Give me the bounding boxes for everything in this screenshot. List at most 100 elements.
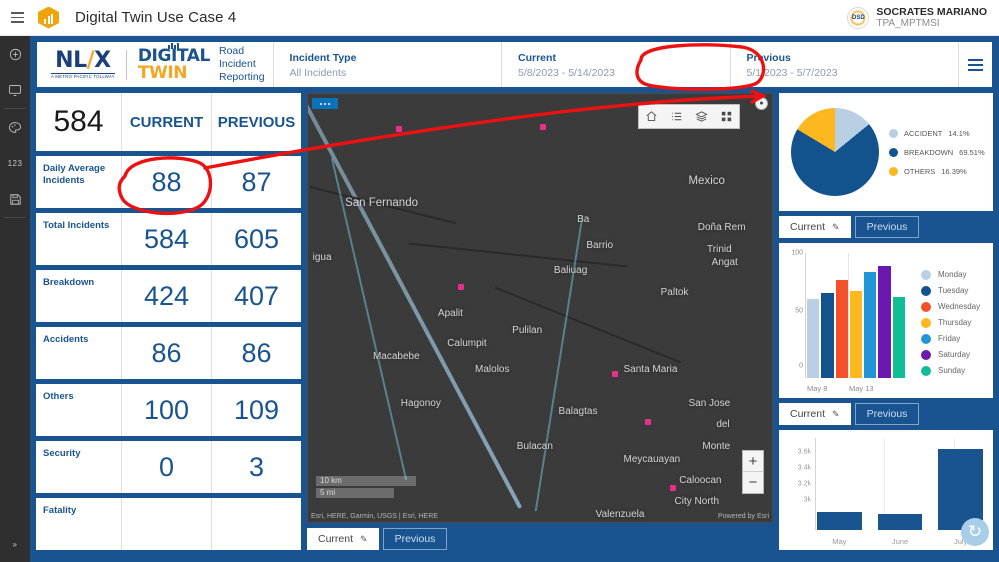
tab-current-daily[interactable]: Current ✎: [779, 403, 851, 425]
tab-previous-map[interactable]: Previous: [382, 528, 448, 550]
incident-marker[interactable]: [670, 485, 676, 491]
map-place-label: Santa Maria: [623, 363, 678, 375]
table-row[interactable]: Others 100 109: [36, 384, 301, 436]
map-options-icon[interactable]: [312, 98, 338, 109]
legend-label: OTHERS: [904, 166, 936, 176]
monthly-bar-card[interactable]: 3.6k 3.4k 3.2k 3k May June July ↻: [779, 430, 993, 550]
legend-item: Tuesday: [921, 285, 987, 296]
legend-swatch: [921, 301, 931, 312]
legend-item: Thursday: [921, 317, 987, 328]
rail-item-add[interactable]: [0, 36, 30, 72]
bar[interactable]: [807, 299, 820, 378]
map-place-label: City North: [674, 496, 719, 508]
home-icon[interactable]: [639, 104, 664, 129]
rail-expand-button[interactable]: »: [0, 526, 30, 562]
table-row[interactable]: Fatality: [36, 498, 301, 550]
row-previous-value: [212, 498, 301, 550]
app-logo-icon: [38, 6, 59, 29]
bar[interactable]: [864, 272, 877, 378]
bar[interactable]: [878, 265, 891, 378]
palette-icon: [9, 121, 22, 133]
layers-icon[interactable]: [689, 104, 714, 129]
pie-tabs: Current ✎ Previous: [779, 216, 993, 238]
rail-item-display[interactable]: [0, 72, 30, 108]
legend-value: 14.1%: [948, 128, 970, 138]
bar[interactable]: [817, 512, 862, 530]
y-tick: 100: [791, 249, 803, 257]
filter-current-range[interactable]: Current 5/8/2023 - 5/14/2023: [501, 42, 729, 87]
bar[interactable]: [849, 290, 863, 378]
bar[interactable]: [821, 292, 834, 378]
tab-label: Current: [790, 408, 826, 420]
filter-value: All Incidents: [289, 67, 347, 79]
y-tick: 3k: [803, 496, 811, 504]
bar[interactable]: [877, 513, 923, 530]
zoom-out-button[interactable]: −: [743, 472, 763, 493]
row-label: Daily Average Incidents: [36, 156, 122, 208]
nlex-wordmark: NL/X: [55, 47, 111, 73]
map-place-label: Baliuag: [553, 265, 588, 277]
tab-previous-daily[interactable]: Previous: [854, 403, 920, 425]
bar[interactable]: [892, 297, 905, 378]
map-place-label: Angat: [711, 256, 738, 268]
y-tick: 3.4k: [797, 464, 811, 472]
incident-marker[interactable]: [612, 371, 618, 377]
pencil-icon[interactable]: ✎: [832, 222, 840, 233]
list-icon[interactable]: [664, 104, 689, 129]
legend-item: Sunday: [921, 365, 987, 376]
rail-item-save[interactable]: [0, 181, 30, 217]
user-account[interactable]: DSD SOCRATES MARIANO TPA_MPTMSI: [847, 6, 987, 30]
incident-map[interactable]: ● + − 10 km 5 mi Esri, HERE, Garmin, USG…: [307, 93, 773, 523]
x-tick: May: [832, 537, 847, 546]
map-place-label: Trinid: [707, 243, 732, 255]
page-title: Digital Twin Use Case 4: [75, 9, 237, 26]
attribution-sources: Esri, HERE, Garmin, USGS | Esri, HERE: [311, 513, 439, 520]
brand-divider: [125, 49, 127, 80]
legend-item: ACCIDENT 14.1%: [889, 128, 985, 138]
table-row[interactable]: Daily Average Incidents 88 87: [36, 156, 301, 208]
table-row[interactable]: Accidents 86 86: [36, 327, 301, 379]
rail-item-numbers[interactable]: 123: [0, 145, 30, 181]
legend-value: 16.39%: [941, 166, 967, 176]
pie-chart[interactable]: [791, 108, 879, 196]
grid-icon[interactable]: [714, 104, 739, 129]
incident-marker[interactable]: [396, 126, 402, 132]
legend-label: ACCIDENT: [904, 128, 943, 138]
legend-label: Wednesday: [938, 302, 981, 311]
day-legend: Monday Tuesday Wednesday Thursday Friday Satu…: [907, 251, 987, 394]
main-menu-icon[interactable]: [0, 0, 34, 36]
daily-bar-chart[interactable]: 100 50 0 May 8 May 13: [785, 249, 907, 394]
incident-marker[interactable]: [645, 419, 651, 425]
legend-swatch: [889, 128, 898, 138]
tab-label: Previous: [866, 408, 908, 420]
bar[interactable]: [835, 279, 848, 378]
filter-previous-range[interactable]: Previous 5/1/2023 - 5/7/2023: [729, 42, 958, 87]
row-label: Total Incidents: [36, 213, 122, 265]
filter-incident-type[interactable]: Incident Type All Incidents: [272, 42, 501, 87]
total-incidents-value: 584: [36, 93, 122, 151]
incident-marker[interactable]: [540, 124, 546, 130]
row-current-value: 584: [122, 213, 212, 265]
map-panel: ● + − 10 km 5 mi Esri, HERE, Garmin, USG…: [307, 93, 773, 550]
row-label: Security: [36, 441, 122, 493]
incident-marker[interactable]: [458, 284, 464, 290]
refresh-icon[interactable]: ↻: [961, 518, 989, 546]
filter-label: Current: [518, 52, 556, 64]
table-row[interactable]: Total Incidents 584 605: [36, 213, 301, 265]
zoom-in-button[interactable]: +: [743, 451, 763, 472]
map-place-label: Ba: [577, 213, 590, 225]
pin-icon[interactable]: ●: [755, 97, 768, 110]
column-header-previous: PREVIOUS: [217, 113, 296, 131]
map-scale-bar: 10 km 5 mi: [316, 476, 416, 500]
tab-current-pie[interactable]: Current ✎: [779, 216, 851, 238]
row-label: Others: [36, 384, 122, 436]
rail-item-theme[interactable]: [0, 109, 30, 145]
row-label: Accidents: [36, 327, 122, 379]
pencil-icon[interactable]: ✎: [360, 534, 368, 545]
pencil-icon[interactable]: ✎: [832, 409, 840, 420]
tab-current-map[interactable]: Current ✎: [307, 528, 379, 550]
dashboard-menu-icon[interactable]: [958, 42, 992, 87]
table-row[interactable]: Breakdown 424 407: [36, 270, 301, 322]
table-row[interactable]: Security 0 3: [36, 441, 301, 493]
tab-previous-pie[interactable]: Previous: [854, 216, 920, 238]
